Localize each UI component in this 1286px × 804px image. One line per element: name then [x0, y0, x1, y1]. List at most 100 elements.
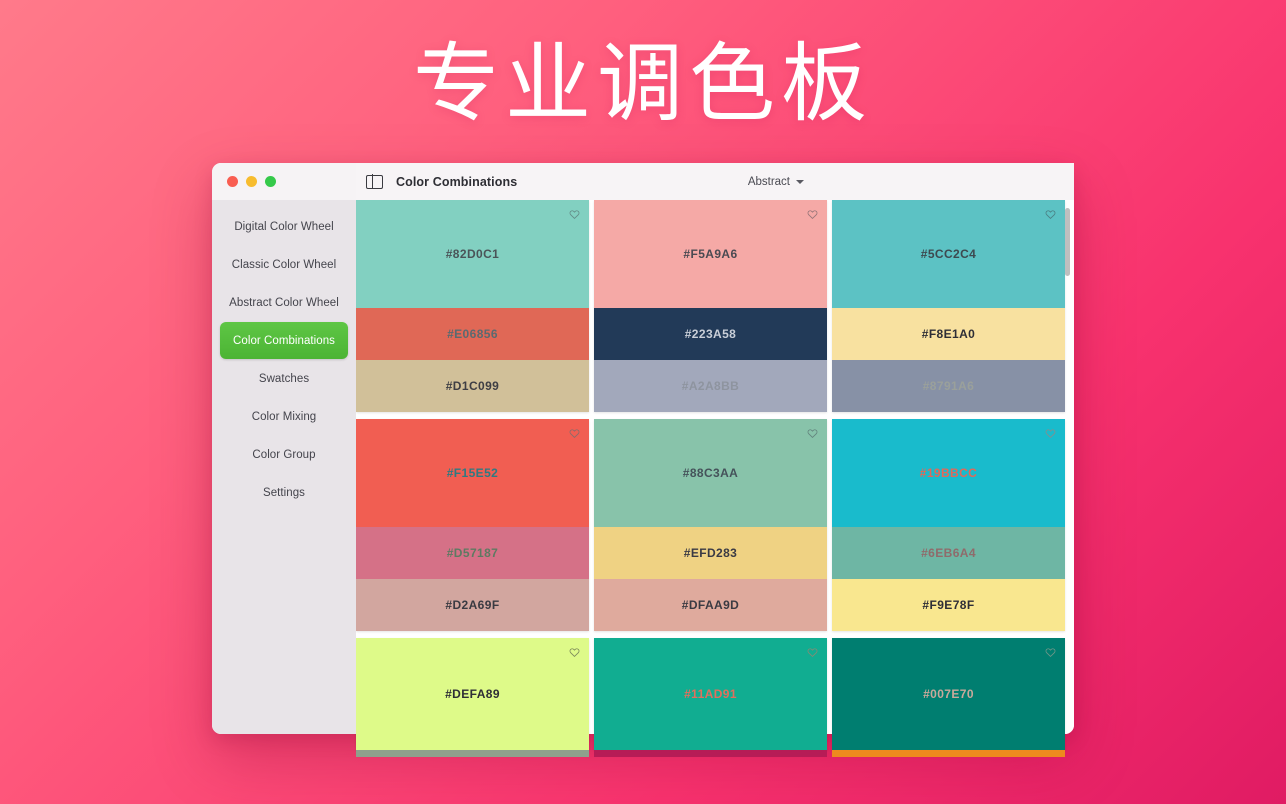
color-swatch[interactable]: #F9E78F — [832, 579, 1065, 631]
color-hex-label: #223A58 — [684, 327, 737, 341]
sidebar-item-label: Settings — [263, 486, 305, 499]
color-swatch[interactable]: #A2A8BB — [594, 360, 827, 412]
vertical-scrollbar[interactable] — [1063, 202, 1072, 732]
color-hex-label: #5CC2C4 — [920, 247, 977, 261]
color-swatch[interactable]: #11AD91 — [594, 638, 827, 750]
card-overflow-strip — [594, 750, 827, 757]
color-hex-label: #DEFA89 — [445, 687, 500, 701]
palette-card[interactable]: #DEFA89 — [356, 638, 589, 757]
color-swatch[interactable]: #5CC2C4 — [832, 200, 1065, 308]
card-overflow-strip — [832, 750, 1065, 757]
heart-icon[interactable] — [1045, 207, 1056, 220]
sidebar-item-settings[interactable]: Settings — [220, 474, 348, 511]
titlebar-main: Color Combinations Abstract — [356, 163, 1074, 200]
color-swatch[interactable]: #F8E1A0 — [832, 308, 1065, 360]
mode-dropdown-value: Abstract — [747, 175, 790, 188]
color-swatch[interactable]: #D1C099 — [356, 360, 589, 412]
color-swatch[interactable]: #E06856 — [356, 308, 589, 360]
sidebar-item-label: Color Combinations — [233, 334, 335, 347]
palette-column: #82D0C1 #E06856 #D1C099 #F15E52 #D57187 #D2A6… — [356, 200, 589, 757]
palette-card[interactable]: #F5A9A6 #223A58 #A2A8BB — [594, 200, 827, 412]
color-swatch[interactable]: #D57187 — [356, 527, 589, 579]
color-swatch[interactable]: #6EB6A4 — [832, 527, 1065, 579]
color-hex-label: #D2A69F — [445, 598, 500, 612]
palette-area: #82D0C1 #E06856 #D1C099 #F15E52 #D57187 #D2A6… — [356, 200, 1074, 757]
palette-card[interactable]: #F15E52 #D57187 #D2A69F — [356, 419, 589, 631]
heart-icon[interactable] — [807, 207, 818, 220]
color-hex-label: #DFAA9D — [681, 598, 740, 612]
color-swatch[interactable]: #DFAA9D — [594, 579, 827, 631]
palette-card[interactable]: #88C3AA #EFD283 #DFAA9D — [594, 419, 827, 631]
color-hex-label: #F9E78F — [922, 598, 975, 612]
color-swatch[interactable]: #F5A9A6 — [594, 200, 827, 308]
heart-icon[interactable] — [1045, 426, 1056, 439]
color-swatch[interactable]: #EFD283 — [594, 527, 827, 579]
color-hex-label: #A2A8BB — [681, 379, 740, 393]
card-overflow-strip — [356, 750, 589, 757]
color-swatch[interactable]: #82D0C1 — [356, 200, 589, 308]
sidebar-item-label: Swatches — [258, 372, 310, 385]
palette-card[interactable]: #11AD91 — [594, 638, 827, 757]
color-swatch[interactable]: #F15E52 — [356, 419, 589, 527]
color-swatch[interactable]: #223A58 — [594, 308, 827, 360]
color-hex-label: #F5A9A6 — [683, 247, 738, 261]
scrollbar-thumb[interactable] — [1064, 208, 1070, 276]
palette-card[interactable]: #5CC2C4 #F8E1A0 #8791A6 — [832, 200, 1065, 412]
heart-icon[interactable] — [807, 645, 818, 658]
app-body: Digital Color Wheel Classic Color Wheel Ab… — [212, 200, 1074, 757]
color-hex-label: #82D0C1 — [445, 247, 500, 261]
color-hex-label: #88C3AA — [682, 466, 739, 480]
page-title: 专业调色板 — [413, 34, 873, 134]
sidebar-item-abstract-color-wheel[interactable]: Abstract Color Wheel — [220, 284, 348, 321]
color-hex-label: #D1C099 — [445, 379, 500, 393]
color-swatch[interactable]: #DEFA89 — [356, 638, 589, 750]
sidebar-item-classic-color-wheel[interactable]: Classic Color Wheel — [220, 246, 348, 283]
heart-icon[interactable] — [569, 645, 580, 658]
close-button[interactable] — [227, 176, 238, 187]
palette-column: #5CC2C4 #F8E1A0 #8791A6 #19BBCC #6EB6A4 #F9E7… — [832, 200, 1065, 757]
sidebar-item-label: Digital Color Wheel — [234, 220, 334, 233]
sidebar-item-swatches[interactable]: Swatches — [220, 360, 348, 397]
color-swatch[interactable]: #88C3AA — [594, 419, 827, 527]
palette-grid: #82D0C1 #E06856 #D1C099 #F15E52 #D57187 #D2A6… — [356, 200, 1074, 757]
palette-card[interactable]: #19BBCC #6EB6A4 #F9E78F — [832, 419, 1065, 631]
sidebar-item-label: Classic Color Wheel — [231, 258, 337, 271]
palette-column: #F5A9A6 #223A58 #A2A8BB #88C3AA #EFD283 #DFAA… — [594, 200, 827, 757]
color-hex-label: #8791A6 — [922, 379, 975, 393]
window-title: Color Combinations — [396, 174, 518, 189]
chevron-down-icon — [796, 179, 804, 184]
mode-dropdown[interactable]: Abstract — [748, 176, 804, 188]
color-swatch[interactable]: #19BBCC — [832, 419, 1065, 527]
heart-icon[interactable] — [1045, 645, 1056, 658]
sidebar-item-label: Color Mixing — [251, 410, 317, 423]
heart-icon[interactable] — [807, 426, 818, 439]
sidebar-toggle-icon[interactable] — [366, 174, 383, 189]
color-hex-label: #6EB6A4 — [921, 546, 976, 560]
sidebar-item-digital-color-wheel[interactable]: Digital Color Wheel — [220, 208, 348, 245]
minimize-button[interactable] — [246, 176, 257, 187]
color-swatch[interactable]: #D2A69F — [356, 579, 589, 631]
color-hex-label: #E06856 — [447, 327, 498, 341]
color-hex-label: #11AD91 — [684, 687, 737, 701]
color-swatch[interactable]: #8791A6 — [832, 360, 1065, 412]
heart-icon[interactable] — [569, 207, 580, 220]
color-swatch[interactable]: #007E70 — [832, 638, 1065, 750]
color-hex-label: #007E70 — [923, 687, 974, 701]
color-hex-label: #F8E1A0 — [921, 327, 976, 341]
sidebar-item-color-combinations[interactable]: Color Combinations — [220, 322, 348, 359]
sidebar-item-label: Color Group — [252, 448, 316, 461]
color-hex-label: #F15E52 — [446, 466, 499, 480]
sidebar-item-label: Abstract Color Wheel — [229, 296, 339, 309]
zoom-button[interactable] — [265, 176, 276, 187]
app-window: Color Combinations Abstract Digital Colo… — [212, 163, 1074, 757]
traffic-lights — [212, 176, 356, 187]
color-hex-label: #EFD283 — [683, 546, 738, 560]
palette-card[interactable]: #82D0C1 #E06856 #D1C099 — [356, 200, 589, 412]
sidebar-item-color-mixing[interactable]: Color Mixing — [220, 398, 348, 435]
color-hex-label: #19BBCC — [919, 466, 978, 480]
heart-icon[interactable] — [569, 426, 580, 439]
sidebar: Digital Color Wheel Classic Color Wheel Ab… — [212, 200, 356, 734]
palette-card[interactable]: #007E70 — [832, 638, 1065, 757]
color-hex-label: #D57187 — [446, 546, 499, 560]
sidebar-item-color-group[interactable]: Color Group — [220, 436, 348, 473]
